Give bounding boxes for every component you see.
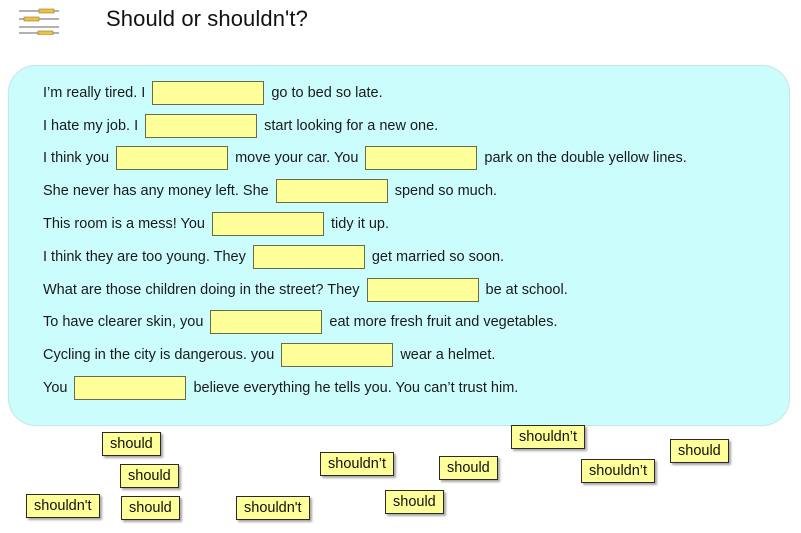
sentence-text: spend so much. — [394, 183, 498, 199]
sentence-row: To have clearer skin, you eat more fresh … — [43, 310, 558, 334]
sentence-row: She never has any money left. She spend s… — [43, 179, 497, 203]
sentence-row: You believe everything he tells you. You … — [43, 376, 518, 400]
answer-drop-slot[interactable] — [145, 114, 258, 138]
sentence-text: She never has any money left. She — [43, 183, 269, 199]
sentence-row: I think they are too young. They get marr… — [43, 245, 504, 269]
word-tile[interactable]: should — [439, 456, 498, 480]
sentence-text: start looking for a new one. — [264, 118, 439, 134]
word-tile[interactable]: should — [120, 464, 179, 488]
sentence-text: You — [43, 380, 68, 396]
answer-drop-slot[interactable] — [116, 146, 229, 170]
page-title: Should or shouldn't? — [106, 6, 308, 31]
word-tile[interactable]: should — [121, 496, 180, 520]
answer-drop-slot[interactable] — [74, 376, 187, 400]
answer-drop-slot[interactable] — [210, 310, 323, 334]
answer-drop-slot[interactable] — [281, 343, 394, 367]
sentence-row: I think you move your car. You park on the… — [43, 146, 687, 170]
answer-drop-slot[interactable] — [366, 278, 479, 302]
sentence-row: I’m really tired. I go to bed so late. — [43, 81, 383, 105]
word-tile[interactable]: shouldn’t — [511, 425, 586, 449]
sentence-row: This room is a mess! You tidy it up. — [43, 212, 389, 236]
answer-drop-slot[interactable] — [365, 146, 478, 170]
sentence-text: be at school. — [485, 282, 568, 298]
sentence-text: get married so soon. — [371, 249, 505, 265]
sentence-text: I hate my job. I — [43, 118, 139, 134]
answer-drop-slot[interactable] — [212, 212, 324, 236]
sentence-text: tidy it up. — [331, 216, 390, 232]
sentence-row: Cycling in the city is dangerous. you wea… — [43, 343, 495, 367]
fill-in-the-blanks-icon — [19, 8, 59, 35]
word-tile[interactable]: shouldn't — [26, 494, 100, 518]
answer-drop-slot[interactable] — [275, 179, 388, 203]
sentence-text: believe everything he tells you. You can… — [193, 380, 519, 396]
sentence-row: I hate my job. I start looking for a new … — [43, 114, 438, 138]
sentence-text: eat more fresh fruit and vegetables. — [329, 314, 558, 330]
sentence-text: What are those children doing in the str… — [43, 282, 360, 298]
word-tile[interactable]: shouldn’t — [581, 459, 656, 483]
sentence-text: I think they are too young. They — [43, 249, 246, 265]
sentence-text: This room is a mess! You — [43, 216, 205, 232]
sentence-text: wear a helmet. — [400, 347, 496, 363]
word-tile[interactable]: shouldn’t — [320, 452, 395, 476]
sentence-text: park on the double yellow lines. — [484, 150, 687, 166]
answer-drop-slot[interactable] — [152, 81, 265, 105]
sentence-text: Cycling in the city is dangerous. you — [43, 347, 275, 363]
word-tile[interactable]: should — [385, 490, 444, 514]
sentence-text: go to bed so late. — [271, 85, 383, 101]
sentence-row: What are those children doing in the str… — [43, 278, 568, 302]
word-tile[interactable]: shouldn't — [236, 496, 310, 520]
sentence-text: I think you — [43, 150, 110, 166]
sentence-text: To have clearer skin, you — [43, 314, 204, 330]
word-tile[interactable]: should — [102, 432, 161, 456]
word-tile[interactable]: should — [670, 439, 729, 463]
sentence-text: I’m really tired. I — [43, 85, 146, 101]
sentence-text: move your car. You — [235, 150, 359, 166]
answer-drop-slot[interactable] — [252, 245, 365, 269]
